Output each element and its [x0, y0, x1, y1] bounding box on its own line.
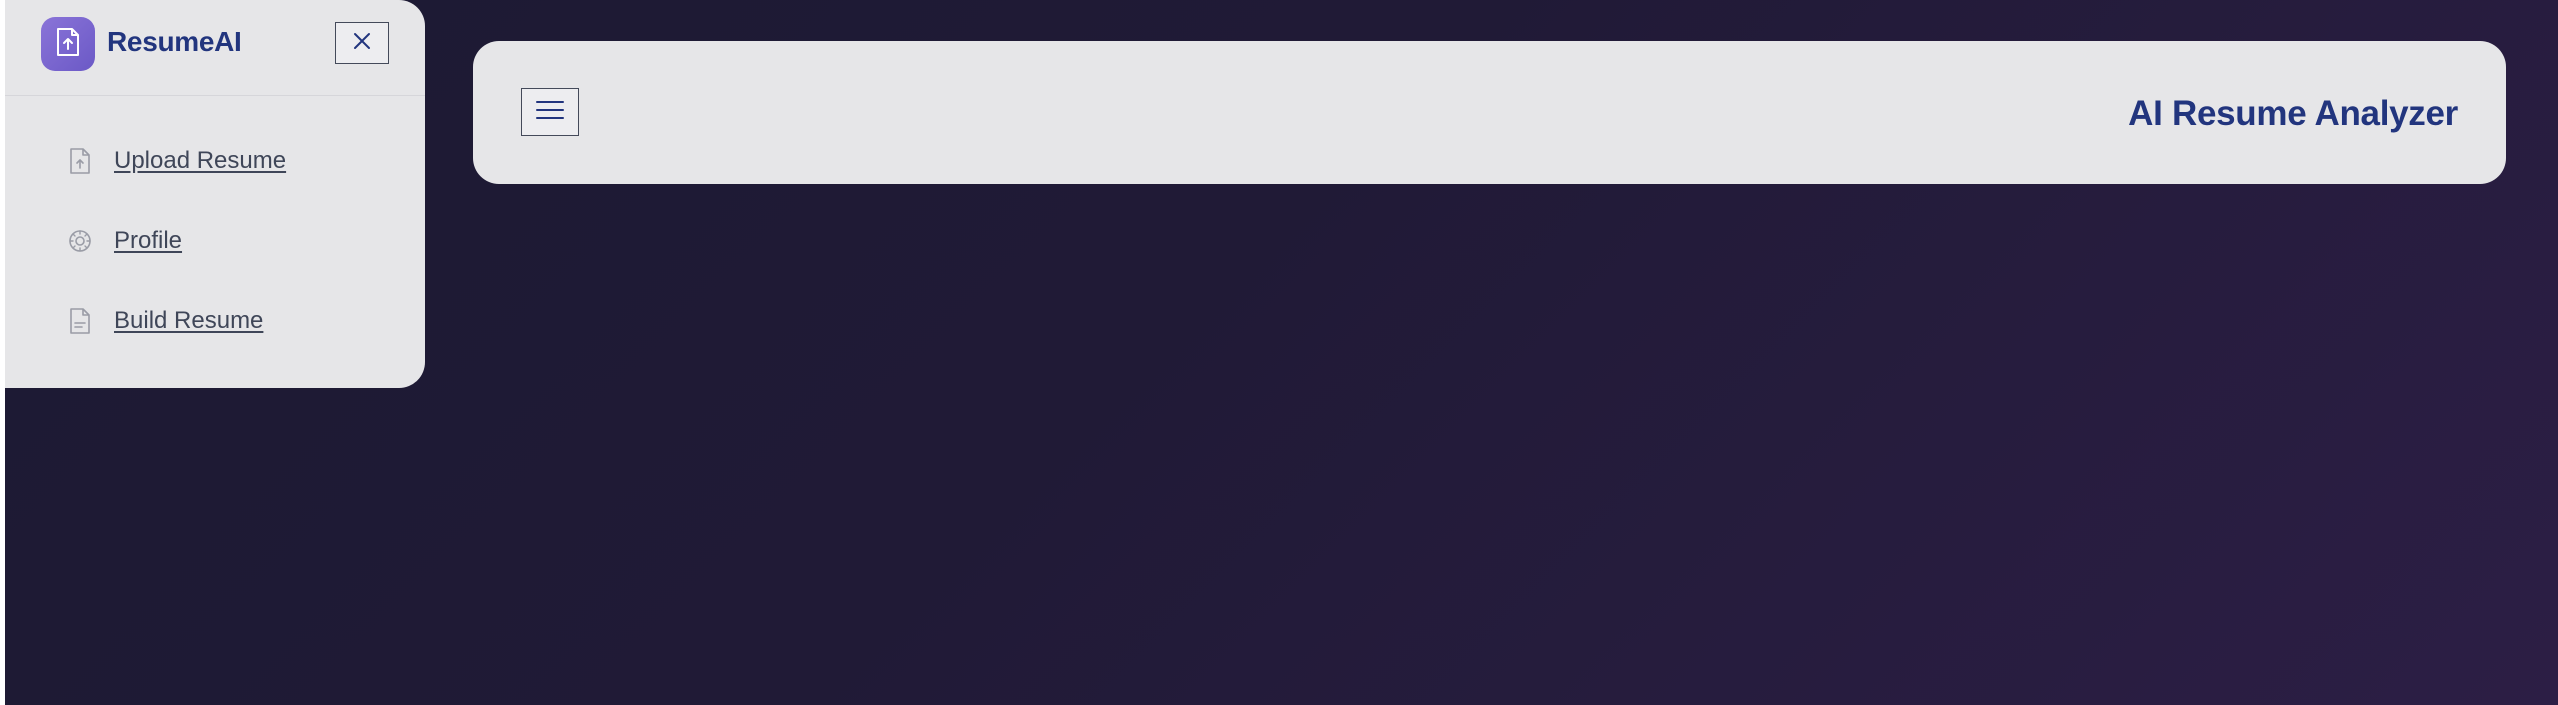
- file-text-icon: [65, 306, 95, 336]
- sidebar-item-build-resume[interactable]: Build Resume: [65, 306, 263, 336]
- sidebar-item-label: Upload Resume: [114, 147, 287, 174]
- file-upload-icon: [65, 146, 95, 176]
- sidebar: ResumeAI Upload Resume Profile Build Res…: [5, 0, 425, 388]
- sidebar-item-label: Profile: [114, 227, 183, 254]
- sidebar-item-label: Build Resume: [114, 307, 264, 334]
- logo: [41, 17, 95, 71]
- file-upload-icon: [55, 27, 81, 62]
- close-icon: [352, 31, 372, 56]
- gear-icon: [65, 226, 95, 256]
- header-bar: AI Resume Analyzer: [473, 41, 2506, 184]
- sidebar-item-profile[interactable]: Profile: [65, 226, 182, 256]
- sidebar-header: ResumeAI: [5, 0, 425, 96]
- menu-toggle-button[interactable]: [521, 88, 579, 136]
- sidebar-item-upload-resume[interactable]: Upload Resume: [65, 146, 286, 176]
- brand-name: ResumeAI: [107, 26, 242, 57]
- close-sidebar-button[interactable]: [335, 22, 389, 64]
- page-title: AI Resume Analyzer: [2128, 94, 2458, 133]
- hamburger-menu-icon: [536, 100, 564, 125]
